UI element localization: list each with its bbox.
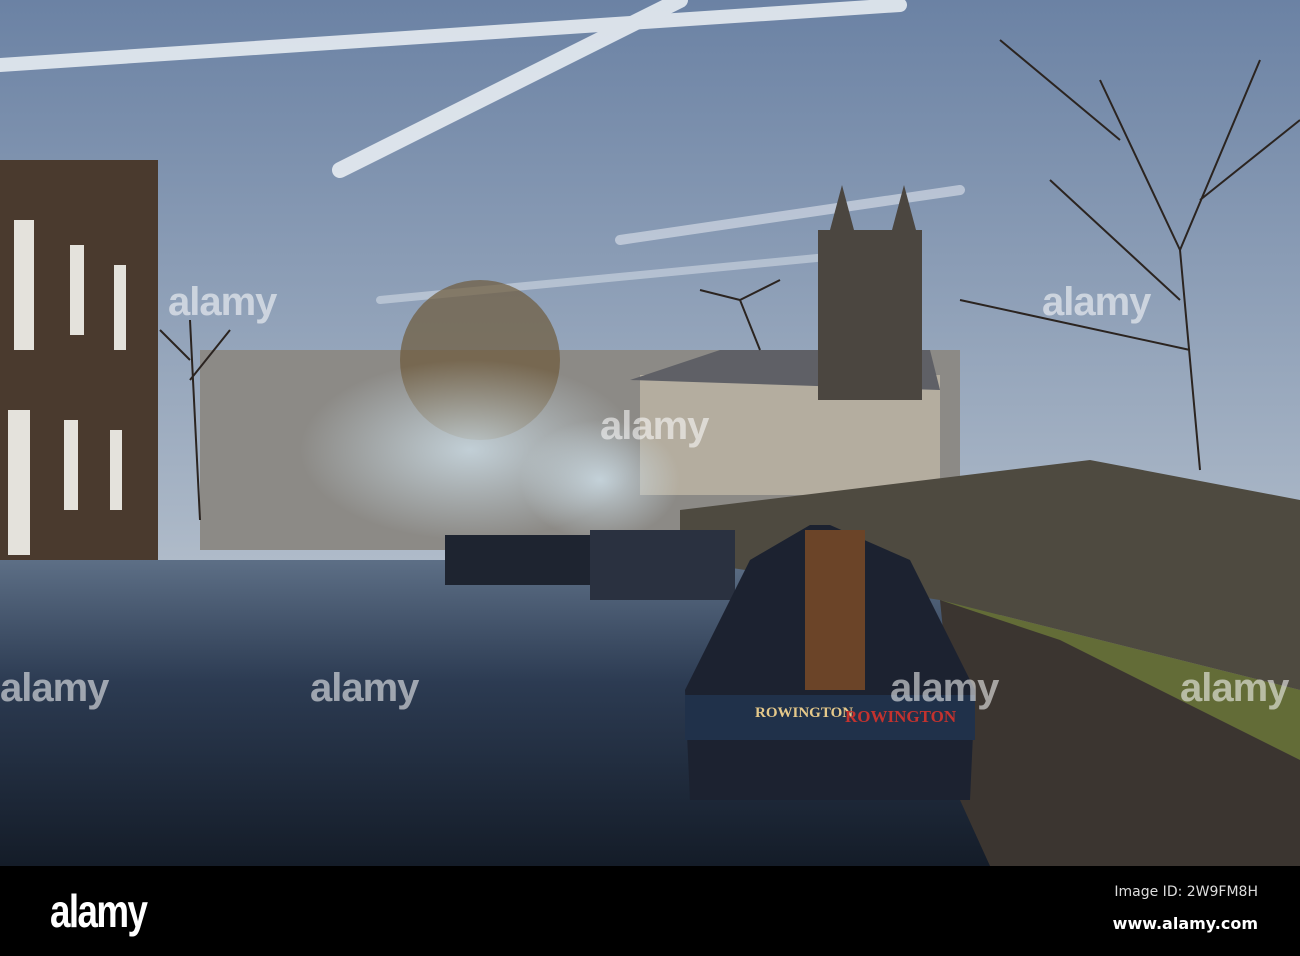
watermark: alamy (168, 280, 277, 324)
narrowboat-middle (590, 530, 735, 600)
alamy-logo: alamy (50, 885, 148, 937)
watermark: alamy (890, 666, 999, 710)
watermark: alamy (310, 666, 419, 710)
website-link[interactable]: www.alamy.com (1113, 914, 1258, 933)
watermark: alamy (1180, 666, 1289, 710)
watermark: alamy (1042, 280, 1151, 324)
watermark: alamy (600, 404, 709, 448)
footer-bar: alamy Image ID: 2W9FM8H www.alamy.com (0, 866, 1300, 956)
watermark: alamy (0, 666, 109, 710)
stock-photo: ROWINGTON ROWINGTON alamy alamy alamy al… (0, 0, 1300, 956)
boat-name-left: ROWINGTON (755, 705, 853, 721)
narrowboat-distant (445, 535, 595, 585)
image-id: Image ID: 2W9FM8H (1114, 884, 1258, 900)
